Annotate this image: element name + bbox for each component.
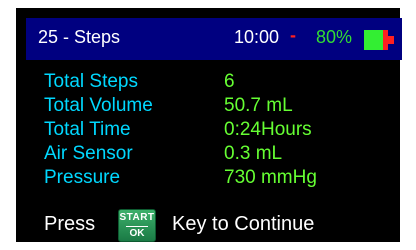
status-separator: - (290, 25, 296, 45)
summary-label: Total Steps (44, 71, 138, 92)
start-ok-key-icon[interactable]: START OK (118, 209, 156, 242)
start-key-label: START (119, 212, 155, 223)
clock-time: 10:00 (234, 27, 280, 47)
summary-value: 0:24Hours (224, 119, 312, 140)
press-text: Press (44, 213, 96, 235)
battery-fill (364, 30, 388, 50)
ok-key-label: OK (126, 226, 148, 239)
device-screen: 25 - Steps 10:00 - 80% Total Steps 6 Tot… (16, 8, 402, 242)
battery-percent: 80% (316, 27, 353, 47)
summary-label: Pressure (44, 167, 121, 188)
battery-icon (364, 30, 394, 50)
program-steps-title: 25 - Steps (38, 27, 121, 47)
summary-label: Total Time (44, 119, 131, 140)
summary-value: 6 (224, 71, 235, 92)
battery-tip (388, 36, 394, 44)
summary-label: Air Sensor (44, 143, 133, 164)
status-bar: 25 - Steps 10:00 - 80% (26, 18, 402, 60)
summary-value: 50.7 mL (224, 95, 293, 116)
summary-value: 0.3 mL (224, 143, 283, 164)
continue-text: Key to Continue (172, 213, 315, 235)
summary-value: 730 mmHg (224, 167, 317, 188)
summary-label: Total Volume (44, 95, 153, 116)
